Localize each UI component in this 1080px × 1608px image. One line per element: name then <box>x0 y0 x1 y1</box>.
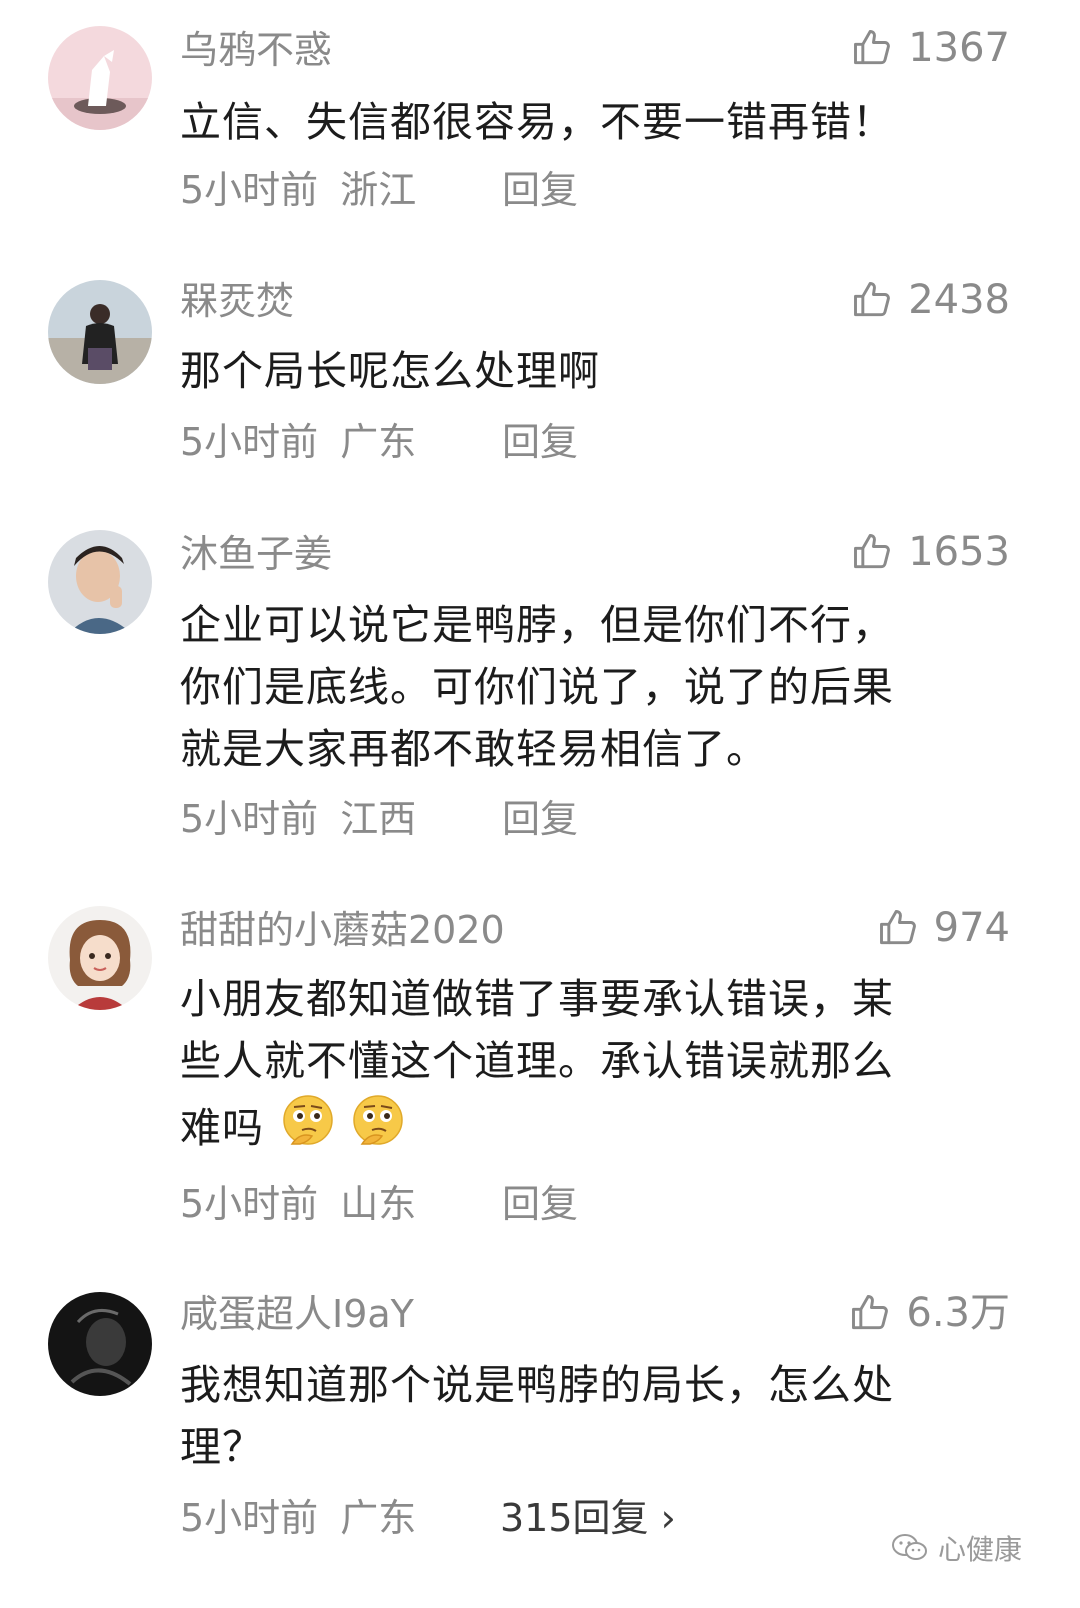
username[interactable]: 沐鱼子姜 <box>180 530 332 578</box>
comment-meta: 5小时前 江西 回复 <box>180 795 578 843</box>
comment-meta: 5小时前 广东 315回复 › <box>180 1494 676 1542</box>
comment-text: 小朋友都知道做错了事要承认错误，某 些人就不懂这个道理。承认错误就那么 难吗 <box>180 968 1000 1159</box>
like-count: 2438 <box>908 277 1010 323</box>
comment-text-line: 小朋友都知道做错了事要承认错误，某 <box>180 975 894 1023</box>
timestamp: 5小时前 <box>180 168 319 212</box>
comment-meta: 5小时前 浙江 回复 <box>180 166 578 214</box>
username[interactable]: 甜甜的小蘑菇2020 <box>180 906 505 954</box>
comment-text: 立信、失信都很容易，不要一错再错！ <box>180 91 1000 153</box>
comment-text: 那个局长呢怎么处理啊 <box>180 340 1000 402</box>
like-button[interactable]: 1653 <box>850 528 1010 576</box>
comment-meta: 5小时前 广东 回复 <box>180 418 578 466</box>
location: 广东 <box>340 1496 417 1540</box>
like-count: 6.3万 <box>906 1290 1010 1336</box>
comment-text-line: 理？ <box>180 1423 264 1471</box>
thinking-emoji-icon <box>278 1092 340 1154</box>
comment-text-line: 企业可以说它是鸭脖，但是你们不行， <box>180 601 894 649</box>
location: 山东 <box>340 1182 417 1226</box>
avatar[interactable] <box>48 906 152 1010</box>
avatar[interactable] <box>48 1292 152 1396</box>
reply-button[interactable]: 回复 <box>502 418 578 466</box>
wechat-icon <box>890 1532 930 1564</box>
like-button[interactable]: 2438 <box>850 276 1010 324</box>
comment-text-line: 些人就不懂这个道理。承认错误就那么 <box>180 1037 894 1085</box>
comment-text-line: 就是大家再都不敢轻易相信了。 <box>180 725 768 773</box>
location: 江西 <box>340 797 417 841</box>
like-button[interactable]: 6.3万 <box>848 1289 1010 1337</box>
location: 浙江 <box>340 168 417 212</box>
like-count: 1367 <box>908 25 1010 71</box>
timestamp: 5小时前 <box>180 420 319 464</box>
comment-text-fragment: 难吗 <box>180 1104 264 1152</box>
username[interactable]: 槑烎焚 <box>180 277 294 325</box>
timestamp: 5小时前 <box>180 797 319 841</box>
comment-text-line: 那个局长呢怎么处理啊 <box>180 347 600 395</box>
thumbs-up-icon <box>850 530 894 574</box>
location: 广东 <box>340 420 417 464</box>
username[interactable]: 咸蛋超人I9aY <box>180 1290 414 1338</box>
thumbs-up-icon <box>848 1291 892 1335</box>
thumbs-up-icon <box>850 278 894 322</box>
like-count: 974 <box>933 905 1010 951</box>
timestamp: 5小时前 <box>180 1182 319 1226</box>
avatar[interactable] <box>48 26 152 130</box>
reply-button[interactable]: 回复 <box>502 795 578 843</box>
comment-text-line: 你们是底线。可你们说了，说了的后果 <box>180 663 894 711</box>
comment-meta: 5小时前 山东 回复 <box>180 1180 578 1228</box>
avatar[interactable] <box>48 280 152 384</box>
watermark: 心健康 <box>890 1528 1022 1568</box>
thumbs-up-icon <box>876 906 920 950</box>
comment-text: 我想知道那个说是鸭脖的局长，怎么处 理？ <box>180 1354 1000 1478</box>
comment-text-line: 难吗 <box>180 1092 1000 1159</box>
reply-button[interactable]: 回复 <box>502 166 578 214</box>
like-button[interactable]: 1367 <box>850 24 1010 72</box>
avatar[interactable] <box>48 530 152 634</box>
thumbs-up-icon <box>850 26 894 70</box>
thinking-emoji-icon <box>348 1092 410 1154</box>
comment-text: 企业可以说它是鸭脖，但是你们不行， 你们是底线。可你们说了，说了的后果 就是大家… <box>180 594 1000 780</box>
comment-text-line: 立信、失信都很容易，不要一错再错！ <box>180 98 894 146</box>
watermark-text: 心健康 <box>937 1533 1022 1566</box>
comment-text-line: 我想知道那个说是鸭脖的局长，怎么处 <box>180 1361 894 1409</box>
view-replies-button[interactable]: 315回复 › <box>500 1494 676 1542</box>
like-button[interactable]: 974 <box>876 904 1010 952</box>
timestamp: 5小时前 <box>180 1496 319 1540</box>
like-count: 1653 <box>908 529 1010 575</box>
reply-button[interactable]: 回复 <box>502 1180 578 1228</box>
username[interactable]: 乌鸦不惑 <box>180 26 332 74</box>
